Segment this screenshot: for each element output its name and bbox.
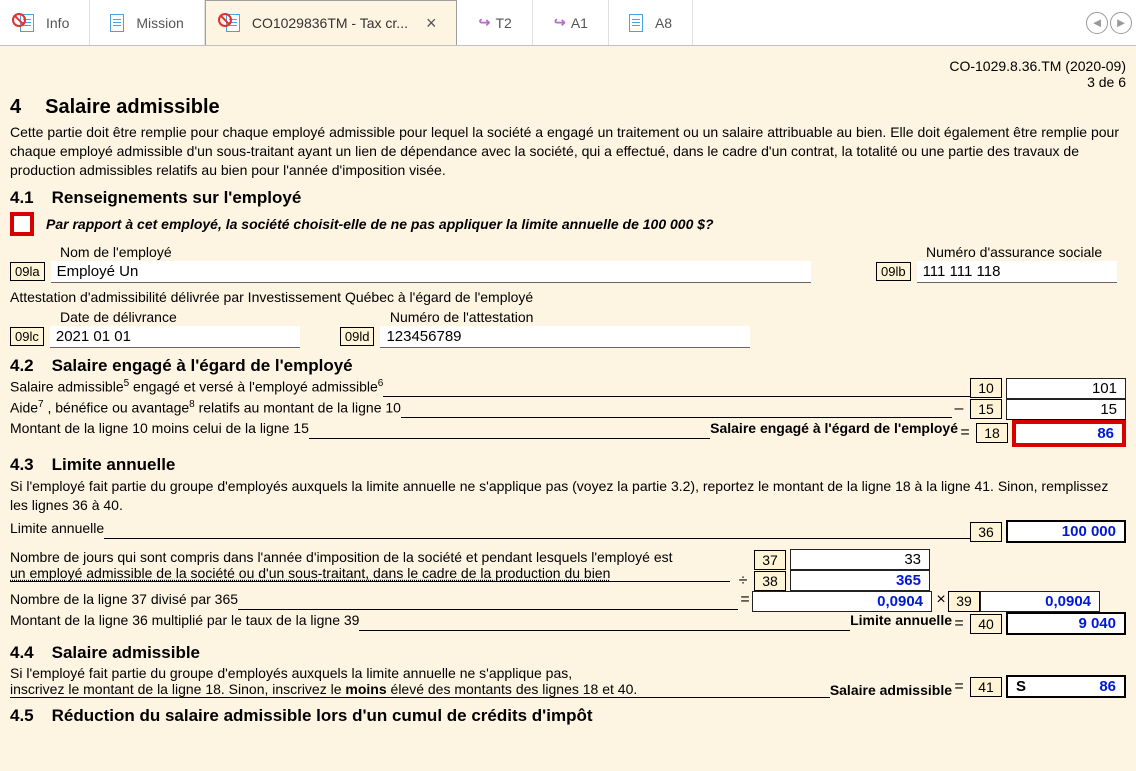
- minus-op: –: [952, 400, 966, 418]
- limit-optout-question: Par rapport à cet employé, la société ch…: [46, 216, 714, 232]
- line-37-number: 37: [754, 550, 786, 570]
- equals-op: =: [952, 678, 966, 696]
- issue-date-label: Date de délivrance: [60, 309, 300, 325]
- line-40-value[interactable]: 9 040: [1006, 612, 1126, 635]
- line-38r-desc: Nombre de la ligne 37 divisé par 365: [10, 591, 238, 612]
- tab-bar: Info Mission CO1029836TM - Tax cr... × ↪…: [0, 0, 1136, 46]
- line-40-rightlabel: Limite annuelle: [850, 612, 952, 635]
- section-41-title: Renseignements sur l'employé: [52, 188, 302, 208]
- line-37-value[interactable]: 33: [790, 549, 930, 570]
- line-39-number: 39: [948, 591, 980, 612]
- doc-restricted-icon: [226, 14, 248, 32]
- issue-date-input[interactable]: [50, 326, 300, 348]
- tab-mission[interactable]: Mission: [90, 0, 204, 45]
- tab-label: A8: [655, 15, 672, 31]
- line-37-desc-a: Nombre de jours qui sont compris dans l'…: [10, 549, 730, 565]
- section-43-intro: Si l'employé fait partie du groupe d'emp…: [10, 477, 1126, 515]
- nav-next-icon[interactable]: ►: [1110, 12, 1132, 34]
- tab-t2[interactable]: ↪ T2: [457, 0, 532, 45]
- equals-op: =: [738, 591, 752, 612]
- line-36-desc: Limite annuelle: [10, 520, 104, 543]
- line-39-value[interactable]: 0,0904: [980, 591, 1100, 612]
- attestation-text: Attestation d'admissibilité délivrée par…: [10, 289, 1126, 305]
- form-id: CO-1029.8.36.TM (2020-09): [949, 58, 1126, 74]
- line-36-value[interactable]: 100 000: [1006, 520, 1126, 543]
- line-15-desc: Aide7 , bénéfice ou avantage8 relatifs a…: [10, 399, 401, 420]
- doc-icon: [110, 14, 132, 32]
- line-18-number: 18: [976, 423, 1008, 443]
- section-43-title: Limite annuelle: [52, 455, 176, 475]
- limit-optout-checkbox[interactable]: [10, 212, 34, 236]
- line-18-desc: Montant de la ligne 10 moins celui de la…: [10, 420, 309, 447]
- line-15-value[interactable]: 15: [1006, 399, 1126, 420]
- equals-op: =: [952, 615, 966, 633]
- section-4-title: Salaire admissible: [45, 96, 220, 119]
- section-4-intro: Cette partie doit être remplie pour chaq…: [10, 123, 1126, 180]
- section-45-title: Réduction du salaire admissible lors d'u…: [52, 706, 593, 726]
- form-page: CO-1029.8.36.TM (2020-09) 3 de 6 4 Salai…: [0, 46, 1136, 771]
- code-09lc: 09lc: [10, 327, 44, 346]
- line-41-value[interactable]: S 86: [1006, 675, 1126, 698]
- cert-number-label: Numéro de l'attestation: [390, 309, 751, 325]
- line-41-rightlabel: Salaire admissible: [830, 682, 952, 698]
- arrow-icon: ↪: [553, 16, 567, 30]
- times-op: ×: [934, 591, 948, 612]
- line-18-rightlabel: Salaire engagé à l'égard de l'employé: [710, 420, 958, 447]
- doc-icon: [629, 14, 651, 32]
- section-44-number: 4.4: [10, 643, 34, 663]
- employee-name-input[interactable]: [51, 261, 811, 283]
- line-38-number: 38: [754, 571, 786, 591]
- line-38r-value: 0,0904: [752, 591, 932, 612]
- code-09ld: 09ld: [340, 327, 375, 346]
- line-10-value[interactable]: 101: [1006, 378, 1126, 399]
- tab-active-form[interactable]: CO1029836TM - Tax cr... ×: [205, 0, 458, 45]
- close-icon[interactable]: ×: [426, 13, 437, 34]
- section-4-number: 4: [10, 96, 21, 119]
- line-18-value[interactable]: 86: [1012, 420, 1126, 447]
- divide-op: ÷: [736, 572, 750, 590]
- equals-op: =: [958, 424, 972, 442]
- arrow-icon: ↪: [477, 16, 491, 30]
- section-43-number: 4.3: [10, 455, 34, 475]
- doc-restricted-icon: [20, 14, 42, 32]
- tab-label: CO1029836TM - Tax cr...: [252, 15, 408, 31]
- line-10-number: 10: [970, 378, 1002, 398]
- tab-label: A1: [571, 15, 588, 31]
- page-number: 3 de 6: [1087, 74, 1126, 90]
- section-44-title: Salaire admissible: [52, 643, 200, 663]
- line-41-desc-b: inscrivez le montant de la ligne 18. Sin…: [10, 681, 790, 698]
- tab-info[interactable]: Info: [0, 0, 90, 45]
- nav-prev-icon[interactable]: ◄: [1086, 12, 1108, 34]
- code-09la: 09la: [10, 262, 45, 281]
- section-41-number: 4.1: [10, 188, 34, 208]
- tab-a1[interactable]: ↪ A1: [533, 0, 609, 45]
- tab-label: Info: [46, 15, 69, 31]
- line-36-number: 36: [970, 522, 1002, 542]
- section-42-title: Salaire engagé à l'égard de l'employé: [52, 356, 353, 376]
- cert-number-input[interactable]: [380, 326, 750, 348]
- sin-input[interactable]: [917, 261, 1117, 283]
- line-41-number: 41: [970, 677, 1002, 697]
- line-38-value[interactable]: 365: [790, 570, 930, 591]
- line-10-desc: Salaire admissible5 engagé et versé à l'…: [10, 378, 383, 399]
- section-42-number: 4.2: [10, 356, 34, 376]
- section-45-number: 4.5: [10, 706, 34, 726]
- tab-a8[interactable]: A8: [609, 0, 693, 45]
- tab-label: Mission: [136, 15, 183, 31]
- tab-label: T2: [495, 15, 511, 31]
- line-40-desc: Montant de la ligne 36 multiplié par le …: [10, 612, 359, 635]
- line-40-number: 40: [970, 614, 1002, 634]
- code-09lb: 09lb: [876, 262, 911, 281]
- line-37-desc-b: un employé admissible de la société ou d…: [10, 565, 610, 581]
- line-41-desc-a: Si l'employé fait partie du groupe d'emp…: [10, 665, 790, 681]
- line-15-number: 15: [970, 399, 1002, 419]
- sin-label: Numéro d'assurance sociale: [926, 244, 1126, 260]
- employee-name-label: Nom de l'employé: [60, 244, 856, 260]
